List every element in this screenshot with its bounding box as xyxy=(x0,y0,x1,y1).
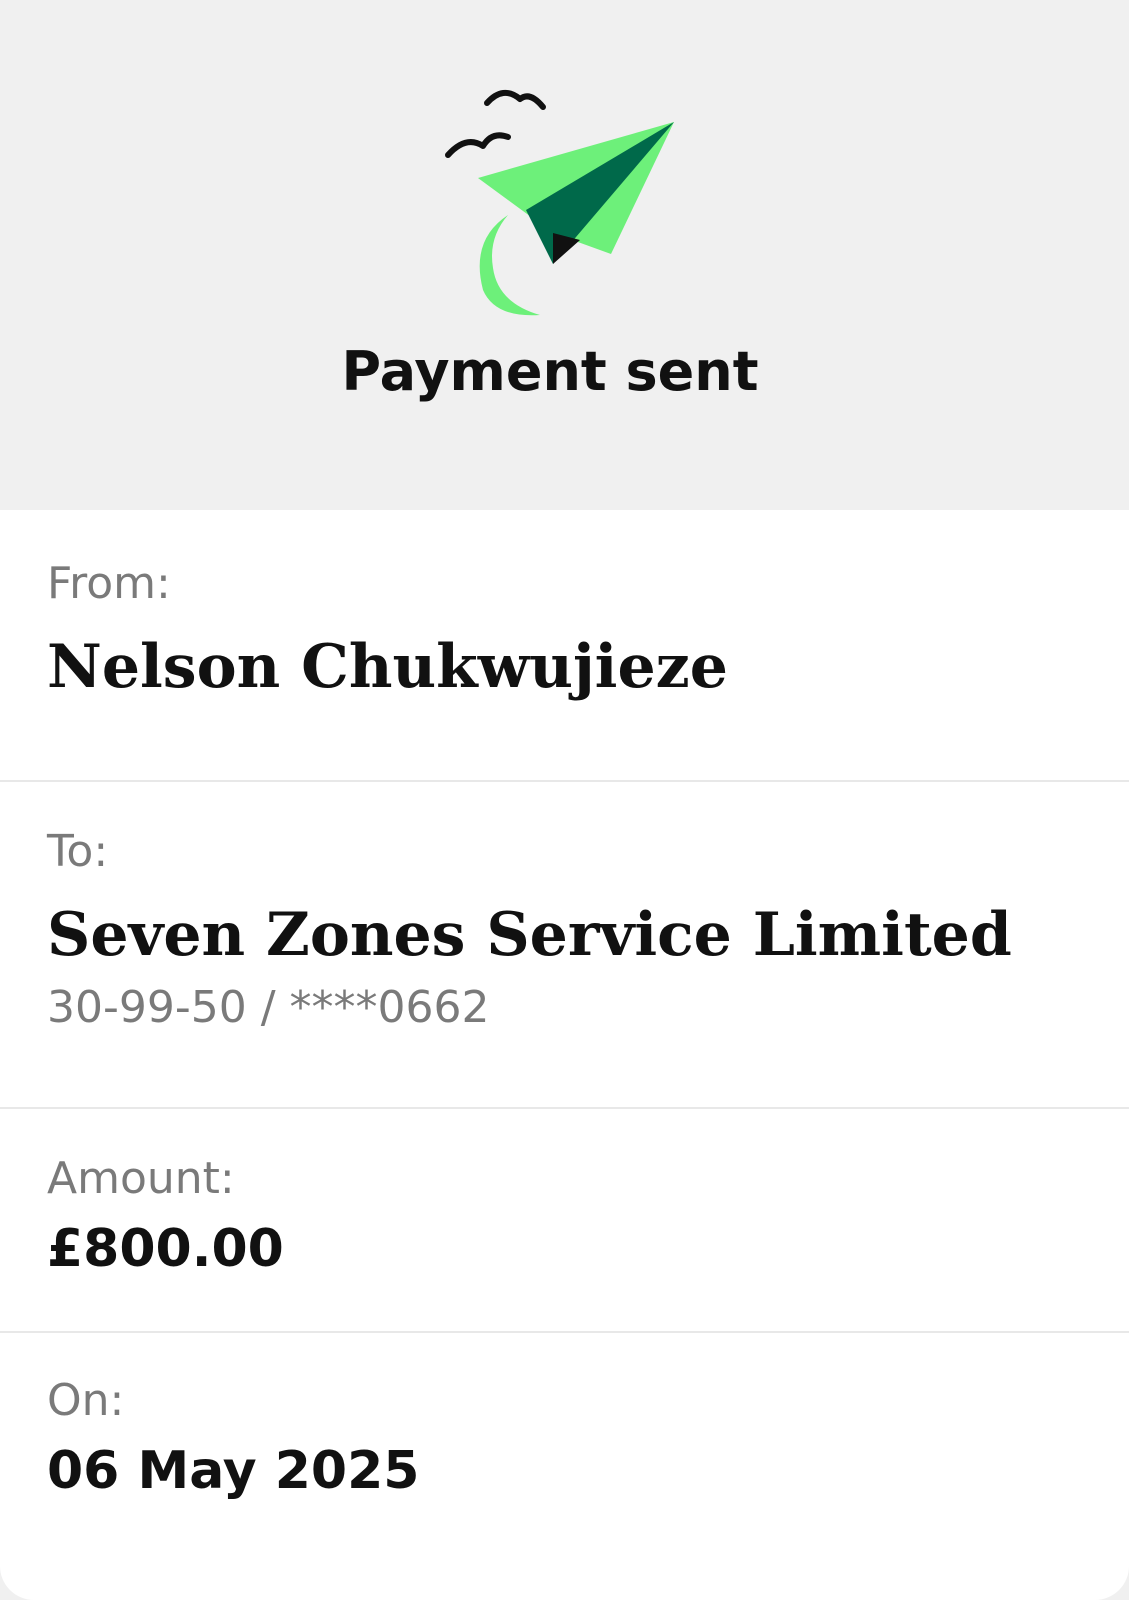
header-section: Payment sent xyxy=(0,0,1129,510)
from-row: From: Nelson Chukwujieze xyxy=(0,510,1129,782)
to-row: To: Seven Zones Service Limited 30-99-50… xyxy=(0,782,1129,1109)
sender-name: Nelson Chukwujieze xyxy=(47,632,728,702)
recipient-name: Seven Zones Service Limited xyxy=(47,900,1012,970)
from-label: From: xyxy=(47,558,171,609)
amount-label: Amount: xyxy=(47,1153,235,1204)
date-value: 06 May 2025 xyxy=(47,1441,420,1501)
page-title: Payment sent xyxy=(341,340,759,403)
to-label: To: xyxy=(47,826,109,877)
recipient-account: 30-99-50 / ****0662 xyxy=(47,982,490,1033)
date-label: On: xyxy=(47,1375,125,1426)
amount-row: Amount: £800.00 xyxy=(0,1109,1129,1333)
payment-confirmation-screen: Payment sent From: Nelson Chukwujieze To… xyxy=(0,0,1129,1600)
date-row: On: 06 May 2025 xyxy=(0,1333,1129,1573)
amount-value: £800.00 xyxy=(47,1219,284,1279)
payment-details-card: From: Nelson Chukwujieze To: Seven Zones… xyxy=(0,510,1129,1600)
paper-plane-icon xyxy=(445,85,680,325)
